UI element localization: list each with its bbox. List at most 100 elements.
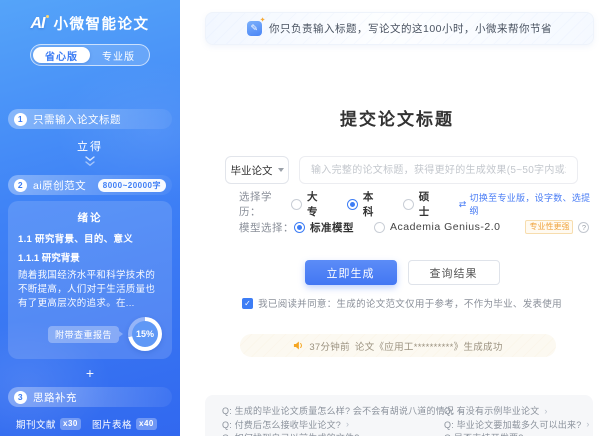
resource-count-badge: x40 — [136, 418, 157, 430]
faq-card: Q: 生成的毕业论文质量怎么样? 会不会有胡说八道的情况 › Q: 付费后怎么接… — [205, 395, 593, 436]
radio-checked-icon — [294, 222, 305, 233]
resource-count-badge: x30 — [60, 418, 81, 430]
degree-row: 选择学历： 大专 本科 硕士 ⇄ 切换至专业版，设字数、选提纲 — [239, 197, 592, 211]
faq-left-column: Q: 生成的毕业论文质量怎么样? 会不会有胡说八道的情况 › Q: 付费后怎么接… — [222, 404, 444, 436]
ai-logo-icon: AI — [31, 15, 49, 33]
step-2-label: ai原创范文 — [33, 178, 86, 193]
plagiarism-report-tag: 附带查重报告 — [48, 326, 119, 343]
agreement-row: ✓ 我已阅读并同意：生成的论文范文仅用于参考，不作为毕业、发表使用 — [180, 296, 600, 310]
model-label: 模型选择： — [239, 220, 294, 235]
agreement-text: 我已阅读并同意：生成的论文范文仅用于参考，不作为毕业、发表使用 — [258, 296, 562, 310]
similarity-value: 15% — [132, 321, 158, 347]
step-1-pill: 1 只需输入论文标题 — [8, 109, 172, 129]
faq-item-invoice[interactable]: Q:是否支持开发票? › — [444, 431, 590, 436]
faq-text: Q:是否支持开发票? — [444, 431, 524, 436]
title-form-row: 毕业论文 — [225, 156, 578, 184]
radio-label: 标准模型 — [310, 220, 354, 235]
banner-text: 你只负责输入标题，写论文的这100小时，小微来帮你节省 — [269, 21, 552, 36]
query-result-button[interactable]: 查询结果 — [408, 260, 500, 285]
step-2-pill: 2 ai原创范文 8000~20000字 — [8, 175, 172, 195]
notice-text: 论文《应用工**********》生成成功 — [355, 339, 503, 353]
switch-to-pro-link[interactable]: ⇄ 切换至专业版，设字数、选提纲 — [459, 191, 592, 217]
resource-grid: 期刊文献 x30 图片表格 x40 写作思路 x3 致谢模板 x5 — [16, 417, 168, 436]
faq-text: Q: 毕业论文要加载多久可以出来? — [444, 418, 581, 431]
preview-paragraph: 随着我国经济水平和科学技术的不断提高，人们对于生活质量也有了更高层次的追求。在.… — [18, 269, 162, 310]
plus-icon: + — [0, 365, 180, 381]
chevron-right-icon: › — [544, 406, 547, 416]
tab-worry-free-version[interactable]: 省心版 — [33, 47, 90, 63]
help-icon[interactable]: ? — [578, 222, 589, 233]
chevron-right-icon: › — [529, 433, 532, 436]
notice-bar: 37分钟前 论文《应用工**********》生成成功 — [240, 334, 556, 357]
chevron-down-icon — [278, 168, 284, 172]
resource-label: 期刊文献 — [16, 417, 56, 431]
logo: AI 小微智能论文 — [0, 13, 180, 34]
faq-text: Q: 付费后怎么接收毕业论文? — [222, 418, 341, 431]
radio-label: Academia Genius-2.0 — [390, 221, 500, 233]
tab-pro-version[interactable]: 专业版 — [90, 47, 147, 63]
radio-icon — [374, 222, 385, 233]
pencil-sparkle-icon: ✎ ✦ — [247, 21, 262, 36]
radio-label: 本科 — [363, 189, 383, 219]
version-tabs: 省心版 专业版 — [30, 44, 150, 66]
preview-heading: 绪论 — [18, 210, 162, 225]
radio-checked-icon — [347, 199, 358, 210]
sparkle-icon: ✦ — [260, 16, 266, 24]
radio-degree-bachelor[interactable]: 本科 — [347, 189, 383, 219]
app-title: 小微智能论文 — [54, 13, 150, 34]
step-2-number: 2 — [14, 179, 27, 192]
resource-figures-tables: 图片表格 x40 — [92, 417, 168, 431]
main-content: ✎ ✦ 你只负责输入标题，写论文的这100小时，小微来帮你节省 提交论文标题 毕… — [180, 0, 600, 436]
paper-type-value: 毕业论文 — [231, 163, 273, 178]
model-row: 模型选择： 标准模型 Academia Genius-2.0 专业性更强 ? — [239, 220, 592, 234]
promo-banner: ✎ ✦ 你只负责输入标题，写论文的这100小时，小微来帮你节省 — [205, 12, 594, 45]
faq-item-receive[interactable]: Q: 付费后怎么接收毕业论文? › — [222, 418, 444, 431]
chevron-double-down-icon — [0, 156, 180, 168]
radio-model-standard[interactable]: 标准模型 — [294, 220, 354, 235]
resource-label: 图片表格 — [92, 417, 132, 431]
agreement-checkbox[interactable]: ✓ — [242, 298, 253, 309]
faq-text: Q: 如何找到自己以前生成的文件? — [222, 431, 359, 436]
preview-outline-1: 1.1 研究背景、目的、意义 — [18, 231, 162, 245]
step-3-pill: 3 思路补充 — [8, 387, 172, 407]
faq-item-find-files[interactable]: Q: 如何找到自己以前生成的文件? › — [222, 431, 444, 436]
notice-time: 37分钟前 — [309, 339, 350, 353]
step-1-label: 只需输入论文标题 — [33, 112, 121, 127]
word-count-badge: 8000~20000字 — [98, 179, 166, 192]
switch-link-text: 切换至专业版，设字数、选提纲 — [470, 191, 592, 217]
radio-label: 硕士 — [419, 189, 439, 219]
preview-footer: 附带查重报告 15% — [18, 317, 162, 351]
generate-now-button[interactable]: 立即生成 — [305, 260, 397, 285]
sidebar: AI 小微智能论文 省心版 专业版 1 只需输入论文标题 立得 2 ai原创范文… — [0, 0, 180, 436]
chevron-right-icon: › — [346, 419, 349, 429]
paper-title-input[interactable] — [299, 156, 578, 184]
chevron-right-icon: › — [586, 419, 589, 429]
radio-label: 大专 — [307, 189, 327, 219]
radio-model-academia-genius[interactable]: Academia Genius-2.0 — [374, 221, 500, 233]
pro-strength-badge: 专业性更强 — [525, 220, 573, 234]
radio-degree-college[interactable]: 大专 — [291, 189, 327, 219]
radio-icon — [291, 199, 302, 210]
step-1-number: 1 — [14, 113, 27, 126]
resource-journal-literature: 期刊文献 x30 — [16, 417, 92, 431]
sample-paper-preview: 绪论 1.1 研究背景、目的、意义 1.1.1 研究背景 随着我国经济水平和科学… — [8, 201, 172, 359]
faq-text: Q: 生成的毕业论文质量怎么样? 会不会有胡说八道的情况 — [222, 404, 454, 417]
instant-label: 立得 — [0, 138, 180, 154]
page-title: 提交论文标题 — [180, 105, 600, 130]
faq-item-loading-time[interactable]: Q: 毕业论文要加载多久可以出来? › — [444, 418, 590, 431]
radio-degree-master[interactable]: 硕士 — [403, 189, 439, 219]
faq-right-column: Q: 有没有示例毕业论文 › Q: 毕业论文要加载多久可以出来? › Q:是否支… — [444, 404, 590, 436]
radio-icon — [403, 199, 414, 210]
megaphone-icon — [293, 340, 304, 351]
faq-item-quality[interactable]: Q: 生成的毕业论文质量怎么样? 会不会有胡说八道的情况 › — [222, 404, 444, 417]
step-3-number: 3 — [14, 391, 27, 404]
swap-icon: ⇄ — [459, 199, 467, 210]
chevron-right-icon: › — [364, 433, 367, 436]
faq-item-sample[interactable]: Q: 有没有示例毕业论文 › — [444, 404, 590, 417]
paper-type-select[interactable]: 毕业论文 — [225, 156, 289, 184]
preview-outline-2: 1.1.1 研究背景 — [18, 250, 162, 264]
faq-text: Q: 有没有示例毕业论文 — [444, 404, 539, 417]
actions-row: 立即生成 查询结果 — [180, 260, 600, 285]
app-window: AI 小微智能论文 省心版 专业版 1 只需输入论文标题 立得 2 ai原创范文… — [0, 0, 600, 436]
similarity-ring: 15% — [128, 317, 162, 351]
